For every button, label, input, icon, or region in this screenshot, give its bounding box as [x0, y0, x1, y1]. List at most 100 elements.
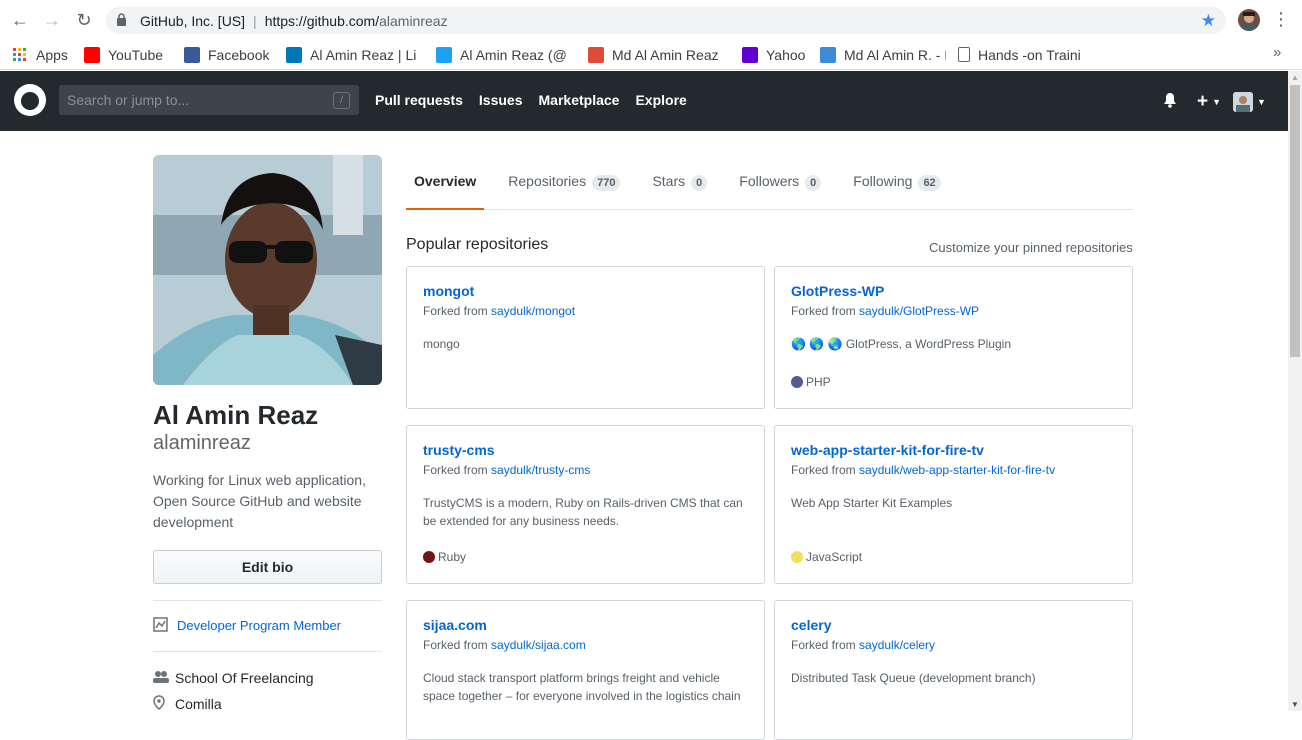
bookmark-label: Apps	[36, 46, 68, 63]
fork-source-link[interactable]: saydulk/mongot	[491, 304, 575, 318]
bookmarks-overflow-icon[interactable]: »	[1273, 44, 1288, 61]
search-input[interactable]: Search or jump to... /	[59, 85, 359, 115]
fork-source-link[interactable]: saydulk/trusty-cms	[491, 463, 590, 477]
forked-from: Forked from saydulk/celery	[791, 638, 1116, 652]
bookmark-item[interactable]: Md Al Amin R. - L	[820, 46, 946, 63]
fork-source-link[interactable]: saydulk/GlotPress-WP	[859, 304, 979, 318]
github-header: Search or jump to... / Pull requests Iss…	[0, 71, 1288, 131]
repo-description: 🌎 🌎 🌏 GlotPress, a WordPress Plugin	[791, 337, 1012, 351]
facebook-icon	[184, 46, 200, 63]
repo-name-link[interactable]: mongot	[423, 283, 748, 299]
repo-name-link[interactable]: sijaa.com	[423, 617, 748, 633]
site-organization: GitHub, Inc. [US]	[140, 12, 246, 29]
bookmark-label: Md Al Amin R. - L	[844, 46, 946, 63]
bookmark-label: Al Amin Reaz | Li	[310, 46, 417, 63]
repo-language: PHP	[791, 375, 831, 389]
google-plus-icon	[588, 46, 604, 63]
forward-arrow-icon[interactable]: →	[36, 4, 68, 36]
tab-stars[interactable]: Stars 0	[644, 155, 715, 210]
bookmark-item[interactable]: Al Amin Reaz (@	[436, 46, 576, 63]
repo-card: web-app-starter-kit-for-fire-tv Forked fr…	[774, 425, 1133, 584]
tab-followers[interactable]: Followers 0	[731, 155, 829, 210]
scrollbar-thumb[interactable]	[1290, 85, 1300, 357]
plus-icon[interactable]: +	[1197, 91, 1208, 113]
developer-badge-icon	[153, 617, 169, 633]
browser-profile-avatar[interactable]	[1238, 9, 1260, 31]
bookmark-item[interactable]: Al Amin Reaz | Li	[286, 46, 424, 63]
github-logo-icon[interactable]	[14, 84, 46, 116]
bookmark-item[interactable]: YouTube	[84, 46, 172, 63]
repo-name-link[interactable]: trusty-cms	[423, 442, 748, 458]
bookmark-star-icon[interactable]: ★	[1201, 11, 1216, 31]
repo-name-link[interactable]: web-app-starter-kit-for-fire-tv	[791, 442, 1116, 458]
repo-name-link[interactable]: celery	[791, 617, 1116, 633]
scroll-down-icon[interactable]: ▼	[1291, 700, 1299, 709]
bookmark-item[interactable]: Facebook	[184, 46, 274, 63]
tab-counter: 770	[592, 175, 621, 191]
reload-icon[interactable]: ↻	[68, 4, 100, 36]
repo-name-link[interactable]: GlotPress-WP	[791, 283, 1116, 299]
tab-overview[interactable]: Overview	[406, 155, 485, 210]
forked-prefix: Forked from	[791, 463, 860, 477]
linkedin-icon	[286, 46, 302, 63]
address-bar[interactable]: GitHub, Inc. [US] | https://github.com/a…	[106, 7, 1226, 34]
header-actions: + ▼ ▼	[1163, 91, 1266, 113]
bookmark-item[interactable]: Yahoo	[742, 46, 808, 63]
customize-pinned-link[interactable]: Customize your pinned repositories	[929, 240, 1133, 255]
scroll-up-icon[interactable]: ▲	[1291, 73, 1299, 82]
bell-icon[interactable]	[1163, 92, 1183, 112]
fork-source-link[interactable]: saydulk/web-app-starter-kit-for-fire-tv	[859, 463, 1055, 477]
bookmark-item[interactable]: Md Al Amin Reaz	[588, 46, 730, 63]
browser-menu-icon[interactable]: ⋮	[1272, 8, 1290, 30]
forked-from: Forked from saydulk/GlotPress-WP	[791, 304, 1116, 318]
repo-card: sijaa.com Forked from saydulk/sijaa.com Cl…	[406, 600, 765, 740]
page-icon	[958, 47, 970, 62]
tab-label: Repositories	[508, 173, 587, 189]
bookmark-label: Md Al Amin Reaz	[612, 46, 719, 63]
page-scrollbar[interactable]: ▲ ▼	[1288, 71, 1302, 711]
repo-card: trusty-cms Forked from saydulk/trusty-cms…	[406, 425, 765, 584]
bookmarks-bar: Apps YouTube Facebook Al Amin Reaz | Li Al A…	[0, 40, 1302, 70]
repo-card: mongot Forked from saydulk/mongot mongo	[406, 266, 765, 409]
repo-description: Distributed Task Queue (development bran…	[791, 671, 1036, 685]
language-label: Ruby	[438, 550, 467, 564]
user-avatar[interactable]	[1233, 92, 1254, 112]
popular-repositories-heading: Popular repositories	[406, 236, 549, 253]
tab-counter: 62	[918, 175, 941, 191]
repo-description: TrustyCMS is a modern, Ruby on Rails-dri…	[423, 496, 743, 528]
header-nav: Pull requests Issues Marketplace Explore	[375, 92, 703, 108]
language-color-dot	[791, 551, 803, 563]
nav-explore[interactable]: Explore	[635, 92, 686, 108]
edit-bio-button[interactable]: Edit bio	[153, 550, 382, 584]
nav-marketplace[interactable]: Marketplace	[539, 92, 620, 108]
language-color-dot	[423, 551, 435, 563]
profile-fullname: Al Amin Reaz	[153, 400, 319, 430]
forked-from: Forked from saydulk/trusty-cms	[423, 463, 748, 477]
tab-label: Overview	[414, 173, 477, 189]
chevron-down-icon[interactable]: ▼	[1257, 97, 1266, 107]
nav-pull-requests[interactable]: Pull requests	[375, 92, 463, 108]
language-label: PHP	[806, 375, 831, 389]
developer-program-link[interactable]: Developer Program Member	[153, 617, 341, 633]
repo-language: Ruby	[423, 550, 466, 564]
apps-grid-icon	[12, 47, 28, 63]
profile-avatar[interactable]	[153, 155, 382, 385]
forked-prefix: Forked from	[423, 304, 492, 318]
divider	[153, 651, 382, 652]
forked-prefix: Forked from	[791, 638, 860, 652]
youtube-icon	[84, 46, 100, 63]
fork-source-link[interactable]: saydulk/sijaa.com	[491, 638, 586, 652]
address-separator: |	[253, 12, 257, 29]
back-arrow-icon[interactable]: ←	[4, 4, 36, 36]
yahoo-icon	[742, 46, 758, 63]
repo-description: mongo	[423, 337, 460, 351]
fork-source-link[interactable]: saydulk/celery	[859, 638, 935, 652]
chevron-down-icon[interactable]: ▼	[1212, 97, 1221, 107]
tab-following[interactable]: Following 62	[845, 155, 948, 210]
profile-organization: School Of Freelancing	[153, 670, 314, 686]
bookmark-item[interactable]: Apps	[12, 47, 72, 63]
nav-issues[interactable]: Issues	[479, 92, 523, 108]
tab-repositories[interactable]: Repositories 770	[500, 155, 628, 210]
forked-from: Forked from saydulk/sijaa.com	[423, 638, 748, 652]
bookmark-item[interactable]: Hands -on Traini	[958, 47, 1098, 63]
